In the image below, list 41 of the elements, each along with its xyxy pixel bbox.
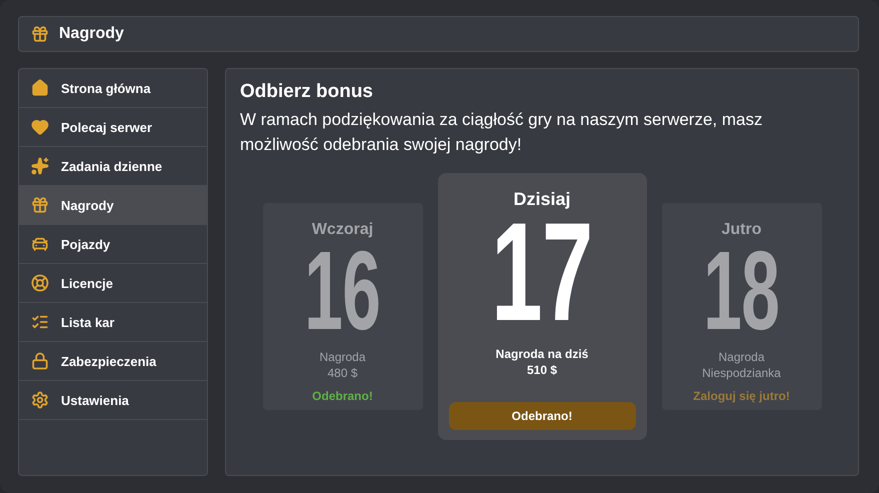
sidebar-item-label: Nagrody bbox=[61, 198, 114, 212]
sidebar-item[interactable]: Pojazdy bbox=[19, 225, 207, 264]
sidebar-item-label: Lista kar bbox=[61, 314, 114, 330]
page-title: Nagrody bbox=[59, 25, 124, 43]
sidebar-item[interactable]: Ustawienia bbox=[19, 381, 207, 420]
sidebar-item-label: Zabezpieczenia bbox=[61, 354, 156, 368]
day-label: Wczoraj bbox=[312, 221, 374, 239]
lock-icon bbox=[31, 352, 49, 370]
sidebar-item-label: Polecaj serwer bbox=[61, 120, 152, 134]
sidebar-item[interactable]: Lista kar bbox=[19, 303, 207, 342]
day-label: Jutro bbox=[722, 221, 762, 239]
car-icon bbox=[31, 235, 49, 253]
day-number: 18 bbox=[704, 241, 780, 341]
sidebar-item[interactable]: Nagrody bbox=[19, 186, 207, 225]
section-title: Odbierz bonus bbox=[240, 81, 374, 103]
gift-icon bbox=[31, 25, 49, 43]
day-number: 17 bbox=[491, 210, 593, 334]
status-text: Zaloguj się jutro! bbox=[693, 389, 790, 403]
reward-text: Nagroda 480 $ bbox=[319, 349, 366, 381]
sidebar-item[interactable]: Zabezpieczenia bbox=[19, 342, 207, 381]
sparkles-icon bbox=[31, 157, 49, 175]
sidebar-item-label: Pojazdy bbox=[61, 236, 110, 252]
day-number: 16 bbox=[304, 241, 380, 341]
description-text: W ramach podziękowania za ciągłość gry na naszym serwerze, masz możliwość odebrania swojej nagrody! bbox=[240, 109, 764, 156]
sidebar-item-label: Strona główna bbox=[61, 80, 151, 96]
status-text: Odebrano! bbox=[312, 389, 373, 403]
sidebar-item[interactable]: Licencje bbox=[19, 264, 207, 303]
sidebar-item-label: Zadania dzienne bbox=[61, 158, 162, 174]
sidebar-item[interactable]: Strona główna bbox=[19, 69, 207, 108]
day-label: Dzisiaj bbox=[513, 189, 571, 210]
reward-text: Nagroda na dziś 510 $ bbox=[496, 346, 588, 378]
sidebar-item-label: Ustawienia bbox=[61, 392, 129, 408]
sidebar-item-label: Licencje bbox=[61, 276, 114, 290]
home-icon bbox=[31, 79, 49, 97]
claim-button[interactable]: Odebrano! bbox=[448, 402, 636, 430]
reward-text: Nagroda Niespodzianka bbox=[702, 349, 781, 381]
settings-icon bbox=[31, 391, 49, 409]
heart-icon bbox=[31, 118, 49, 136]
gift-icon bbox=[31, 196, 49, 214]
list-icon bbox=[31, 313, 49, 331]
sidebar-item[interactable]: Polecaj serwer bbox=[19, 108, 207, 147]
